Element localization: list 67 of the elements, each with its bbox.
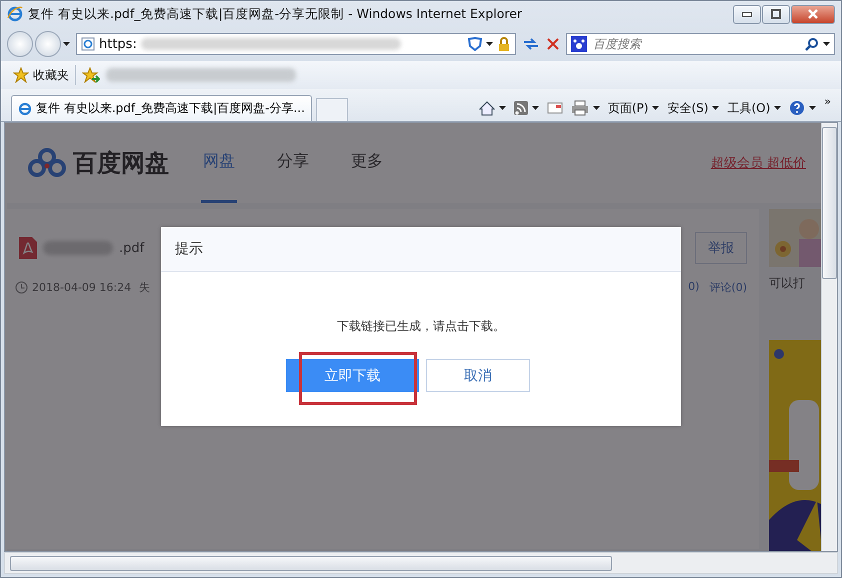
ie-logo-icon [7,6,23,22]
cancel-button[interactable]: 取消 [426,359,530,392]
back-button[interactable] [7,31,33,57]
dialog-title: 提示 [175,240,203,258]
search-icon [805,37,819,51]
maximize-icon [771,9,781,19]
browser-tab[interactable]: 复件 有史以来.pdf_免费高速下载|百度网盘-分享... [11,95,312,121]
page-icon [81,37,95,51]
caret-icon [774,106,782,110]
horizontal-scrollbar[interactable] [4,552,838,574]
search-field[interactable]: 百度搜索 [591,36,801,52]
caret-icon [532,106,539,110]
paw-icon [571,36,587,52]
lock-icon [497,36,511,52]
maximize-button[interactable] [762,4,790,24]
caret-icon [712,106,720,110]
download-button[interactable]: 立即下载 [286,359,419,392]
ie-logo-icon [18,102,32,116]
menu-button[interactable]: 页面(P) [608,100,660,116]
feed-icon [514,101,528,115]
vertical-scrollbar[interactable] [821,123,837,551]
sidebar-caption: 可以打 [769,275,806,292]
file-meta-text: 失 [139,280,150,294]
help-icon [789,100,806,116]
new-tab-button[interactable] [316,98,348,121]
nav-tab[interactable]: 分享 [275,123,311,203]
caret-icon [809,106,816,110]
printer-icon [570,100,589,116]
overflow-button[interactable]: » [824,95,831,108]
blurred-filename [43,241,113,255]
menu-button[interactable]: 安全(S) [667,100,720,116]
minimize-button[interactable] [733,4,761,24]
close-icon [808,9,818,19]
count-link[interactable]: 评论(0) [709,280,747,294]
caret-icon [498,106,506,110]
menu-button[interactable]: 工具(O) [727,100,782,116]
caret-icon [652,106,660,110]
add-favorite-icon [82,67,100,83]
report-button[interactable]: 举报 [695,232,747,264]
star-icon [13,67,29,83]
window-title: 复件 有史以来.pdf_免费高速下载|百度网盘-分享无限制 - Windows Internet Explorer [28,6,524,22]
cloud-logo-icon [27,148,67,178]
caret-icon [63,42,70,46]
upload-date: 2018-04-09 16:24 [32,280,132,294]
search-box[interactable]: 百度搜索 [566,33,835,55]
nav-tab[interactable]: 更多 [349,123,385,203]
pdf-icon [19,237,37,259]
caret-icon [486,42,493,46]
home-icon [478,100,495,116]
shield-icon [468,37,482,51]
clock-icon [15,280,28,294]
favorites-button[interactable]: 收藏夹 [13,66,69,84]
count-link[interactable]: 0) [688,280,700,294]
mail-icon [546,102,563,114]
address-field[interactable]: https: [76,33,516,55]
dialog-message: 下载链接已生成，请点击下载。 [337,319,505,333]
site-logo-text: 百度网盘 [73,148,169,179]
close-button[interactable] [791,4,835,24]
caret-icon [592,106,600,110]
file-extension: .pdf [119,240,144,256]
stop-icon [546,37,560,51]
refresh-icon [522,36,540,52]
minimize-icon [742,12,752,16]
forward-button[interactable] [35,31,61,57]
caret-icon [823,42,830,46]
nav-tab[interactable]: 网盘 [201,123,237,203]
promo-link[interactable]: 超级会员 超低价 [710,154,806,172]
